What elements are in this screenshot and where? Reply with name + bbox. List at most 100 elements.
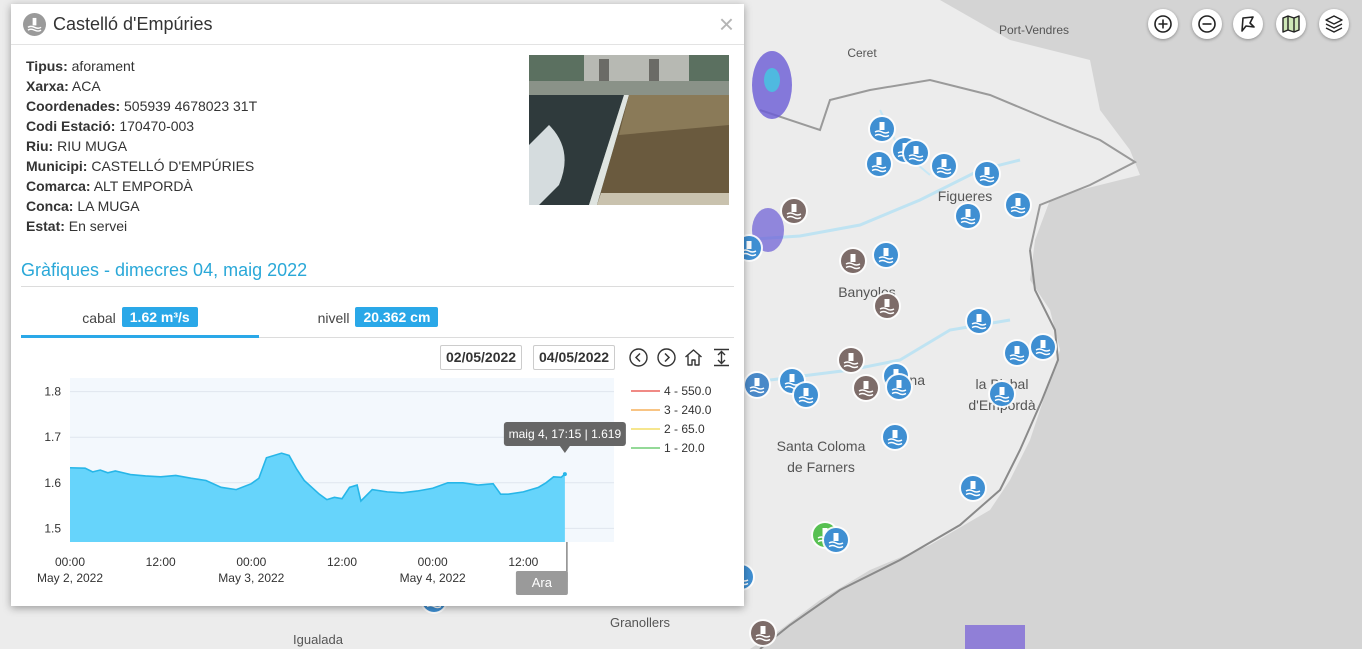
info-row: Coordenades: 505939 4678023 31T [26,96,257,116]
x-tick-date: May 2, 2022 [37,571,103,585]
station-marker[interactable] [868,115,896,143]
now-label: Ara [532,575,553,590]
tab-cabal-badge: 1.62 m³/s [121,307,198,327]
station-marker[interactable] [749,619,777,647]
info-key: Riu: [26,138,54,154]
radar-patch [965,625,1025,649]
station-marker[interactable] [1004,191,1032,219]
x-tick-time: 00:00 [55,555,85,569]
info-value: En servei [64,218,128,234]
info-key: Conca: [26,198,74,214]
station-marker[interactable] [959,474,987,502]
x-tick-time: 12:00 [146,555,176,569]
station-marker[interactable] [885,373,913,401]
tab-nivell[interactable]: nivell 20.362 cm [259,307,497,338]
info-row: Codi Estació: 170470-003 [26,116,257,136]
region-button[interactable] [1233,9,1263,39]
x-tick-time: 12:00 [327,555,357,569]
tooltip-text: maig 4, 17:15 | 1.619 [509,427,622,441]
place-label: de Farners [787,459,855,475]
layers-button[interactable] [1319,9,1349,39]
popup-title: Castelló d'Empúries [53,13,213,34]
date-to-button[interactable]: 04/05/2022 [533,345,616,370]
gauge-station-icon [23,12,46,36]
info-value: ALT EMPORDÀ [90,178,193,194]
y-tick-label: 1.7 [44,430,61,444]
map-icon [1282,15,1300,33]
station-marker[interactable] [930,152,958,180]
station-marker[interactable] [865,150,893,178]
station-marker[interactable] [743,371,771,399]
hover-point [562,472,567,477]
station-marker[interactable] [873,292,901,320]
info-row: Municipi: CASTELLÓ D'EMPÚRIES [26,156,257,176]
info-row: Estat: En servei [26,216,257,236]
info-key: Tipus: [26,58,68,74]
basemap-button[interactable] [1276,9,1306,39]
info-key: Xarxa: [26,78,69,94]
station-marker[interactable] [839,247,867,275]
station-marker[interactable] [902,139,930,167]
station-marker[interactable] [852,374,880,402]
fit-vertical-icon[interactable] [711,347,732,368]
info-row: Riu: RIU MUGA [26,136,257,156]
x-tick-time: 12:00 [508,555,538,569]
close-button[interactable]: × [719,11,734,37]
y-tick-label: 1.5 [44,521,61,535]
y-tick-label: 1.6 [44,476,61,490]
chevron-right-circle-icon[interactable] [656,347,677,368]
info-key: Coordenades: [26,98,121,114]
radar-patch [764,68,780,92]
station-marker[interactable] [1003,339,1031,367]
plus-circle-icon [1154,15,1172,33]
region-outline-icon [1241,16,1255,32]
tab-cabal-label: cabal [82,310,116,326]
place-label: Figueres [938,188,992,204]
place-label: Granollers [610,615,670,630]
graphs-title: Gràfiques - dimecres 04, maig 2022 [21,260,308,280]
station-marker[interactable] [988,380,1016,408]
station-marker[interactable] [881,423,909,451]
station-photo [529,55,729,205]
tab-cabal[interactable]: cabal 1.62 m³/s [21,307,259,338]
info-row: Conca: LA MUGA [26,196,257,216]
info-row: Tipus: aforament [26,56,257,76]
chevron-left-circle-icon[interactable] [628,347,649,368]
zoom-out-button[interactable] [1192,9,1222,39]
zoom-in-button[interactable] [1148,9,1178,39]
info-value: aforament [67,58,135,74]
legend-item[interactable]: 1 - 20.0 [664,441,705,455]
station-marker[interactable] [1029,333,1057,361]
station-marker[interactable] [973,160,1001,188]
station-marker[interactable] [792,381,820,409]
x-tick-time: 00:00 [236,555,266,569]
info-key: Codi Estació: [26,118,116,134]
info-key: Comarca: [26,178,91,194]
station-marker[interactable] [780,197,808,225]
station-marker[interactable] [954,202,982,230]
home-icon[interactable] [683,347,704,368]
tab-nivell-label: nivell [317,310,350,326]
station-marker[interactable] [822,526,850,554]
station-marker[interactable] [837,346,865,374]
place-label: Port-Vendres [999,23,1069,37]
layers-icon [1325,15,1343,33]
minus-circle-icon [1198,15,1216,33]
legend-item[interactable]: 4 - 550.0 [664,384,712,398]
info-value: LA MUGA [73,198,140,214]
station-marker[interactable] [872,241,900,269]
legend-item[interactable]: 3 - 240.0 [664,403,712,417]
x-tick-date: May 3, 2022 [218,571,284,585]
station-info: Tipus: aforament Xarxa: ACA Coordenades: 5… [26,56,257,236]
info-value: CASTELLÓ D'EMPÚRIES [87,158,255,174]
station-marker[interactable] [965,307,993,335]
legend-item[interactable]: 2 - 65.0 [664,422,705,436]
place-label: Ceret [847,46,877,60]
info-row: Xarxa: ACA [26,76,257,96]
x-tick-date: May 4, 2022 [400,571,466,585]
cabal-chart[interactable]: 1.8 1.7 1.6 1.5 00:00 May 2, 2022 12:00 00:00 Ma… [11,374,744,606]
date-from-button[interactable]: 02/05/2022 [440,345,523,370]
divider [21,286,734,287]
x-tick-time: 00:00 [418,555,448,569]
tab-nivell-badge: 20.362 cm [355,307,439,327]
